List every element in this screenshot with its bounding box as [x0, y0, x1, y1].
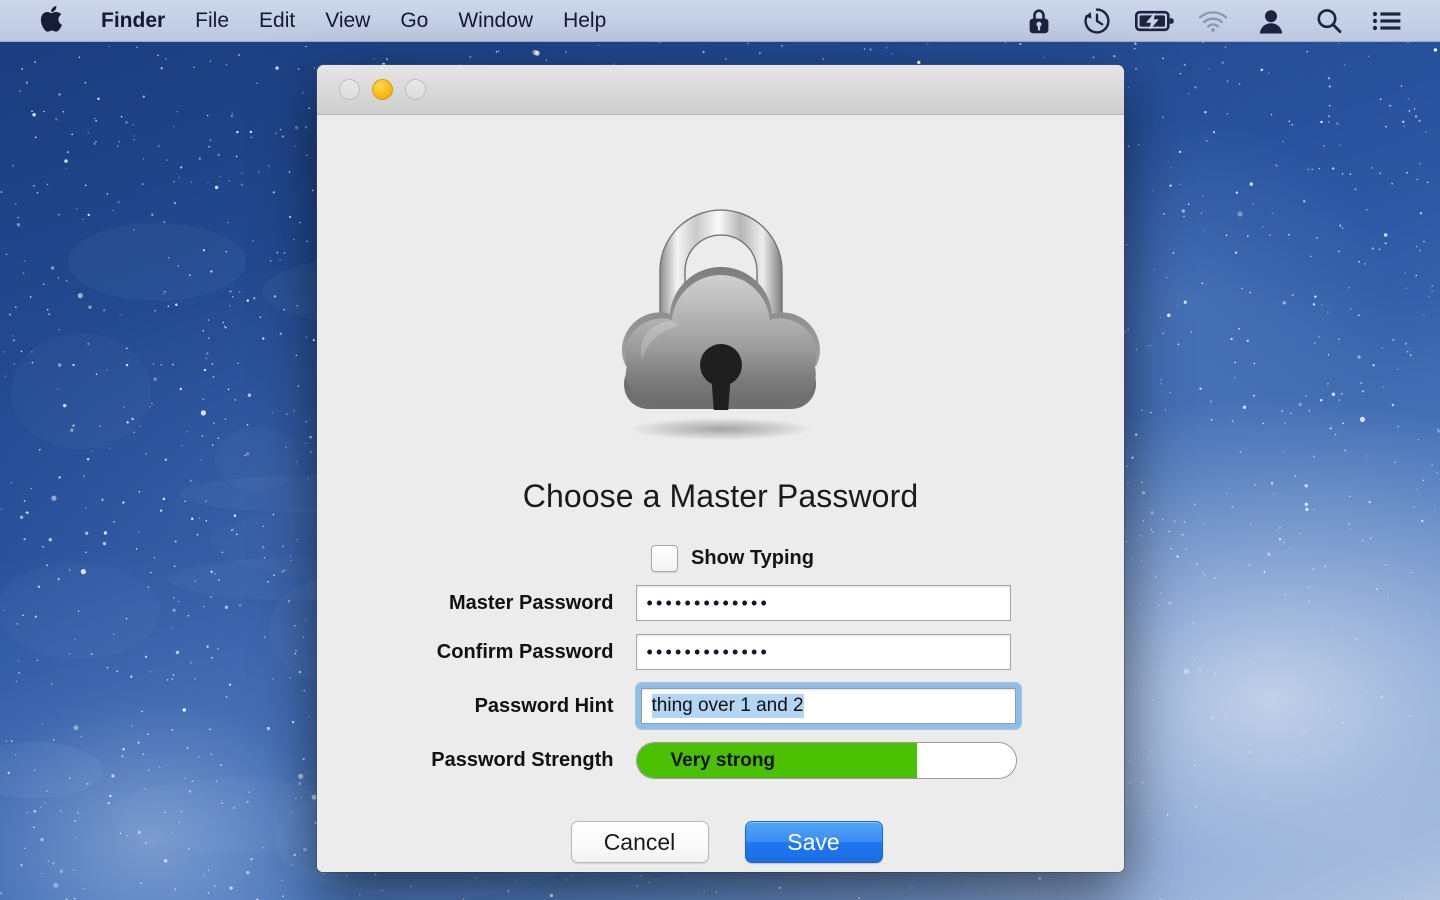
master-password-label: Master Password — [448, 591, 614, 614]
confirm-password-value: ••••••••••••• — [646, 642, 771, 662]
confirm-password-row: Confirm Password ••••••••••••• — [411, 634, 1031, 670]
wifi-icon[interactable] — [1191, 6, 1235, 36]
password-hint-row: Password Hint thing over 1 and 2 — [411, 683, 1031, 729]
password-strength-meter: Very strong — [635, 742, 1017, 779]
menu-item-view[interactable]: View — [310, 10, 385, 31]
password-strength-row: Password Strength Very strong — [411, 742, 1031, 779]
dialog-title-bar[interactable] — [317, 65, 1124, 115]
password-hint-input[interactable]: thing over 1 and 2 — [640, 688, 1016, 724]
menu-item-file[interactable]: File — [180, 10, 244, 31]
battery-charging-icon[interactable] — [1133, 6, 1177, 36]
menu-item-finder[interactable]: Finder — [86, 10, 180, 31]
page-title: Choose a Master Password — [522, 478, 919, 514]
confirm-password-label: Confirm Password — [436, 640, 614, 663]
time-machine-icon[interactable] — [1075, 6, 1119, 36]
zoom-button — [405, 79, 426, 100]
close-button — [339, 79, 360, 100]
password-hint-value: thing over 1 and 2 — [651, 694, 804, 718]
menu-bar: Finder File Edit View Go Window Help — [0, 0, 1440, 42]
apple-logo-icon[interactable] — [38, 5, 64, 36]
confirm-password-input[interactable]: ••••••••••••• — [635, 634, 1011, 670]
cancel-button[interactable]: Cancel — [570, 821, 709, 863]
master-password-input[interactable]: ••••••••••••• — [635, 585, 1011, 621]
password-strength-label: Password Strength — [431, 749, 614, 771]
menu-item-window[interactable]: Window — [443, 10, 548, 31]
lock-icon[interactable] — [1017, 6, 1061, 36]
show-typing-checkbox[interactable] — [651, 545, 679, 572]
menu-item-edit[interactable]: Edit — [244, 10, 310, 31]
password-hint-focus-ring: thing over 1 and 2 — [635, 683, 1021, 729]
dialog-button-row: Cancel Save — [570, 821, 883, 863]
password-hint-label: Password Hint — [474, 694, 614, 717]
password-strength-value: Very strong — [670, 749, 776, 771]
menu-item-go[interactable]: Go — [385, 10, 443, 31]
master-password-value: ••••••••••••• — [646, 593, 771, 613]
user-account-icon[interactable] — [1249, 6, 1293, 36]
save-button[interactable]: Save — [744, 821, 883, 863]
minimize-button[interactable] — [372, 79, 393, 100]
menu-bar-status-icons — [1010, 6, 1440, 36]
notification-center-icon[interactable] — [1365, 6, 1409, 36]
menu-item-help[interactable]: Help — [548, 10, 621, 31]
master-password-dialog: Choose a Master Password Show Typing Mas… — [317, 65, 1124, 872]
master-password-row: Master Password ••••••••••••• — [411, 585, 1031, 621]
show-typing-label: Show Typing — [691, 547, 814, 569]
cloud-padlock-icon — [598, 193, 844, 450]
show-typing-row: Show Typing — [651, 545, 814, 572]
dialog-content: Choose a Master Password Show Typing Mas… — [317, 115, 1124, 872]
spotlight-search-icon[interactable] — [1307, 6, 1351, 36]
